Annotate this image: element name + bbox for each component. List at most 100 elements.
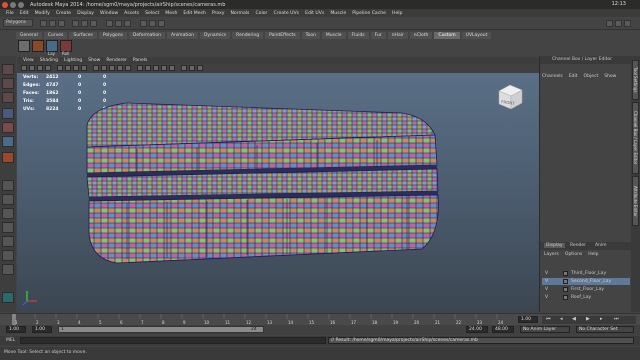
menu-mesh[interactable]: Mesh xyxy=(165,11,177,16)
new-scene-icon[interactable] xyxy=(40,20,47,27)
menu-pipeline-cache[interactable]: Pipeline Cache xyxy=(352,11,386,16)
step-forward-icon[interactable]: ▸ xyxy=(600,316,603,322)
step-back-icon[interactable]: ◂ xyxy=(560,316,563,322)
menu-modify[interactable]: Modify xyxy=(35,11,50,16)
isolate-select-icon[interactable] xyxy=(145,65,151,71)
four-view-layout-icon[interactable] xyxy=(2,194,14,205)
menu-select[interactable]: Select xyxy=(145,11,159,16)
bookmark-icon[interactable] xyxy=(37,65,43,71)
render-icon[interactable] xyxy=(140,20,147,27)
layer-menu-layers[interactable]: Layers xyxy=(544,252,559,257)
viewport-menu-shading[interactable]: Shading xyxy=(40,58,58,63)
go-to-end-icon[interactable]: ⏭ xyxy=(614,316,619,322)
shelf-tab-general[interactable]: General xyxy=(16,31,42,39)
wireframe-icon[interactable] xyxy=(93,65,99,71)
attribute-editor-toggle-icon[interactable] xyxy=(615,20,622,27)
airship-mesh[interactable] xyxy=(17,73,539,312)
perspective-viewport[interactable]: Verts: 2412 0 0 Edges: 4747 0 0 Faces: 1862 0 0 T… xyxy=(17,73,539,312)
persp-graph-layout-icon[interactable] xyxy=(2,222,14,233)
smooth-shade-icon[interactable] xyxy=(101,65,107,71)
shelf-tab-curves[interactable]: Curves xyxy=(43,31,68,39)
ambient-occlusion-icon[interactable] xyxy=(181,65,187,71)
shelf-tab-animation[interactable]: Animation xyxy=(167,31,198,39)
start-time-field[interactable]: 1.00 xyxy=(6,326,26,333)
xray-joints-icon[interactable] xyxy=(161,65,167,71)
depth-of-field-icon[interactable] xyxy=(197,65,203,71)
shelf-tab-deformation[interactable]: Deformation xyxy=(128,31,165,39)
shelf-tool-icon[interactable] xyxy=(32,40,44,52)
select-tool-icon[interactable] xyxy=(2,64,14,75)
hypershade-layout-icon[interactable] xyxy=(2,236,14,247)
menu-edit-mesh[interactable]: Edit Mesh xyxy=(183,11,205,16)
playback-end-field[interactable]: 24.00 xyxy=(466,326,488,333)
play-forward-icon[interactable]: ▶ xyxy=(586,316,590,322)
script-editor-icon[interactable] xyxy=(2,292,14,303)
menu-assets[interactable]: Assets xyxy=(124,11,139,16)
shelf-tab-toon[interactable]: Toon xyxy=(301,31,320,39)
layer-row[interactable]: V Third_Floor_Lay xyxy=(542,270,630,277)
xray-icon[interactable] xyxy=(153,65,159,71)
camera-select-icon[interactable] xyxy=(21,65,27,71)
menu-create[interactable]: Create xyxy=(56,11,71,16)
side-tab-tool-settings[interactable]: Tool Settings xyxy=(632,60,639,100)
side-tab-channel-box[interactable]: Channel Box / Layer Editor xyxy=(632,102,639,174)
shelf-tab-custom[interactable]: Custom xyxy=(434,31,460,39)
gate-mask-icon[interactable] xyxy=(81,65,87,71)
minimize-window-icon[interactable] xyxy=(10,1,16,8)
viewport-menu-renderer[interactable]: Renderer xyxy=(106,58,127,63)
character-set-dropdown[interactable]: No Character Set xyxy=(576,326,634,333)
layer-row[interactable]: V First_Floor_Lay xyxy=(542,286,630,293)
side-tab-attribute-editor[interactable]: Attribute Editor xyxy=(632,176,639,226)
layer-row[interactable]: V Roof_Lay xyxy=(542,294,630,301)
current-frame-field[interactable]: 1.00 xyxy=(518,316,538,323)
shelf-tab-surfaces[interactable]: Surfaces xyxy=(69,31,97,39)
select-object-icon[interactable] xyxy=(81,20,88,27)
range-bar[interactable]: 1 24 xyxy=(58,326,264,333)
menu-create-uvs[interactable]: Create UVs xyxy=(273,11,299,16)
shelf-tab-polygons[interactable]: Polygons xyxy=(98,31,127,39)
ipr-render-icon[interactable] xyxy=(149,20,156,27)
shelf-tab-fur[interactable]: Fur xyxy=(370,31,386,39)
shelf-tab-muscle[interactable]: Muscle xyxy=(321,31,346,39)
playback-controls[interactable]: ⏮ ◂ ◀ ▶ ▸ ⏭ xyxy=(542,316,636,324)
close-window-icon[interactable] xyxy=(2,1,8,8)
channel-menu-object[interactable]: Object xyxy=(584,74,599,79)
rotate-tool-icon[interactable] xyxy=(2,122,14,133)
shelf-script-icon[interactable] xyxy=(18,40,30,52)
viewport-menu-lighting[interactable]: Lighting xyxy=(64,58,82,63)
open-scene-icon[interactable] xyxy=(49,20,56,27)
menu-proxy[interactable]: Proxy xyxy=(212,11,225,16)
shadows-icon[interactable] xyxy=(137,65,143,71)
move-tool-icon[interactable] xyxy=(2,108,14,119)
menu-normals[interactable]: Normals xyxy=(230,11,249,16)
shelf-tab-dynamics[interactable]: Dynamics xyxy=(199,31,231,39)
shelf-tab-fluids[interactable]: Fluids xyxy=(347,31,369,39)
layer-tab-display[interactable]: Display xyxy=(544,243,565,248)
command-language-label[interactable]: MEL xyxy=(6,338,15,343)
channel-menu-channels[interactable]: Channels xyxy=(542,74,563,79)
anim-layer-dropdown[interactable]: No Anim Layer xyxy=(520,326,570,333)
snap-curve-icon[interactable] xyxy=(115,20,122,27)
lasso-tool-icon[interactable] xyxy=(2,78,14,89)
play-back-icon[interactable]: ◀ xyxy=(572,316,576,322)
wireframe-on-shaded-icon[interactable] xyxy=(109,65,115,71)
side-by-side-layout-icon[interactable] xyxy=(2,208,14,219)
channel-menu-edit[interactable]: Edit xyxy=(569,74,578,79)
film-gate-icon[interactable] xyxy=(65,65,71,71)
xray-components-icon[interactable] xyxy=(169,65,175,71)
camera-attributes-icon[interactable] xyxy=(29,65,35,71)
shelf-tab-rendering[interactable]: Rendering xyxy=(232,31,264,39)
menu-help[interactable]: Help xyxy=(392,11,402,16)
menu-edit-uvs[interactable]: Edit UVs xyxy=(305,11,324,16)
resolution-gate-icon[interactable] xyxy=(73,65,79,71)
use-all-lights-icon[interactable] xyxy=(125,65,131,71)
shelf-tab-nhair[interactable]: nHair xyxy=(387,31,408,39)
save-scene-icon[interactable] xyxy=(58,20,65,27)
time-slider[interactable]: 1 2 3 4 5 6 7 8 9 10 11 12 13 14 15 16 17 18 19 20 21 22 23 24 … xyxy=(0,313,640,326)
grid-toggle-icon[interactable] xyxy=(57,65,63,71)
scale-tool-icon[interactable] xyxy=(2,136,14,147)
textured-icon[interactable] xyxy=(117,65,123,71)
select-component-icon[interactable] xyxy=(90,20,97,27)
menu-edit[interactable]: Edit xyxy=(20,11,29,16)
anti-aliasing-icon[interactable] xyxy=(189,65,195,71)
